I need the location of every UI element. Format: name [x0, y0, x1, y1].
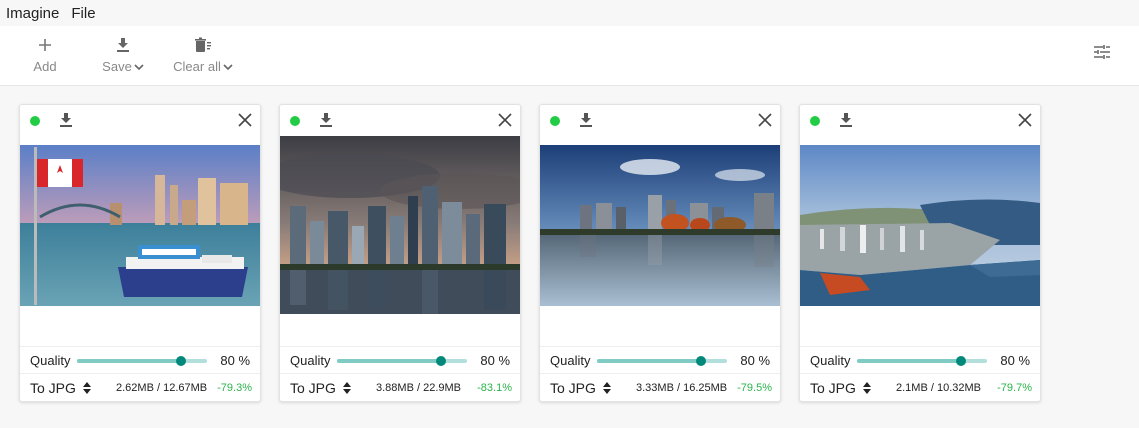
quality-value: 80 % [1000, 353, 1030, 368]
quality-label: Quality [550, 353, 591, 368]
sort-icon [342, 382, 351, 394]
format-label: To JPG [550, 380, 596, 396]
slider-fill [857, 359, 961, 363]
slider-knob[interactable] [956, 356, 966, 366]
status-dot [290, 116, 300, 126]
file-sizes: 2.62MB / 12.67MB [116, 382, 208, 394]
download-icon[interactable] [838, 112, 854, 128]
close-icon[interactable] [238, 113, 252, 127]
slider-knob[interactable] [436, 356, 446, 366]
image-card: Quality 80 % To JPG 3.88MB / 22.9MB -83.… [279, 104, 521, 402]
image-thumbnail[interactable] [280, 136, 520, 314]
download-icon[interactable] [578, 112, 594, 128]
status-dot [550, 116, 560, 126]
format-row: To JPG 3.88MB / 22.9MB -83.1% [280, 373, 520, 402]
quality-label: Quality [290, 353, 331, 368]
image-card: Quality 80 % To JPG 2.62MB / 12.67MB -79… [19, 104, 261, 402]
clear-all-button[interactable]: Clear all [170, 34, 236, 78]
clear-all-icon [195, 37, 211, 52]
card-header [20, 105, 260, 137]
quality-label: Quality [810, 353, 851, 368]
save-label: Save [102, 59, 132, 74]
image-thumbnail[interactable] [20, 145, 260, 306]
quality-value: 80 % [480, 353, 510, 368]
close-icon[interactable] [758, 113, 772, 127]
close-icon[interactable] [498, 113, 512, 127]
quality-row: Quality 80 % [540, 346, 780, 372]
close-icon[interactable] [1018, 113, 1032, 127]
menu-file[interactable]: File [71, 5, 95, 22]
card-header [540, 105, 780, 137]
quality-row: Quality 80 % [20, 346, 260, 372]
save-button[interactable]: Save [98, 34, 148, 78]
format-label: To JPG [30, 380, 76, 396]
clear-all-label: Clear all [173, 59, 221, 74]
quality-row: Quality 80 % [800, 346, 1040, 372]
image-card: Quality 80 % To JPG 3.33MB / 16.25MB -79… [539, 104, 781, 402]
add-label: Add [33, 59, 57, 74]
card-header [280, 105, 520, 137]
quality-value: 80 % [220, 353, 250, 368]
quality-label: Quality [30, 353, 71, 368]
sort-icon [82, 382, 91, 394]
menu-bar: Imagine File [0, 0, 1139, 26]
download-icon [117, 38, 129, 52]
format-row: To JPG 2.1MB / 10.32MB -79.7% [800, 373, 1040, 402]
toolbar: Add Save Clear all [0, 26, 1139, 86]
slider-fill [337, 359, 441, 363]
quality-slider[interactable] [337, 356, 467, 366]
settings-button[interactable] [1093, 43, 1113, 63]
sliders-icon [1094, 45, 1110, 59]
format-select[interactable]: To JPG [550, 380, 611, 396]
format-label: To JPG [290, 380, 336, 396]
card-header [800, 105, 1040, 137]
image-card: Quality 80 % To JPG 2.1MB / 10.32MB -79.… [799, 104, 1041, 402]
download-icon[interactable] [318, 112, 334, 128]
chevron-down-icon [223, 63, 233, 70]
file-sizes: 3.88MB / 22.9MB [376, 382, 461, 394]
sort-icon [862, 382, 871, 394]
status-dot [810, 116, 820, 126]
slider-knob[interactable] [696, 356, 706, 366]
format-select[interactable]: To JPG [290, 380, 351, 396]
menu-app[interactable]: Imagine [6, 5, 59, 22]
add-button[interactable]: Add [30, 34, 60, 78]
format-label: To JPG [810, 380, 856, 396]
format-select[interactable]: To JPG [30, 380, 91, 396]
file-sizes: 3.33MB / 16.25MB [636, 382, 728, 394]
saving-percent: -79.7% [997, 382, 1032, 394]
sort-icon [602, 382, 611, 394]
quality-slider[interactable] [77, 356, 207, 366]
slider-fill [597, 359, 701, 363]
chevron-down-icon [134, 63, 144, 70]
plus-icon [39, 39, 51, 51]
quality-value: 80 % [740, 353, 770, 368]
saving-percent: -83.1% [477, 382, 512, 394]
quality-slider[interactable] [597, 356, 727, 366]
image-thumbnail[interactable] [540, 145, 780, 306]
slider-fill [77, 359, 181, 363]
saving-percent: -79.3% [217, 382, 252, 394]
format-row: To JPG 2.62MB / 12.67MB -79.3% [20, 373, 260, 402]
quality-row: Quality 80 % [280, 346, 520, 372]
quality-slider[interactable] [857, 356, 987, 366]
format-select[interactable]: To JPG [810, 380, 871, 396]
download-icon[interactable] [58, 112, 74, 128]
slider-knob[interactable] [176, 356, 186, 366]
status-dot [30, 116, 40, 126]
saving-percent: -79.5% [737, 382, 772, 394]
format-row: To JPG 3.33MB / 16.25MB -79.5% [540, 373, 780, 402]
file-sizes: 2.1MB / 10.32MB [896, 382, 981, 394]
image-thumbnail[interactable] [800, 145, 1040, 306]
